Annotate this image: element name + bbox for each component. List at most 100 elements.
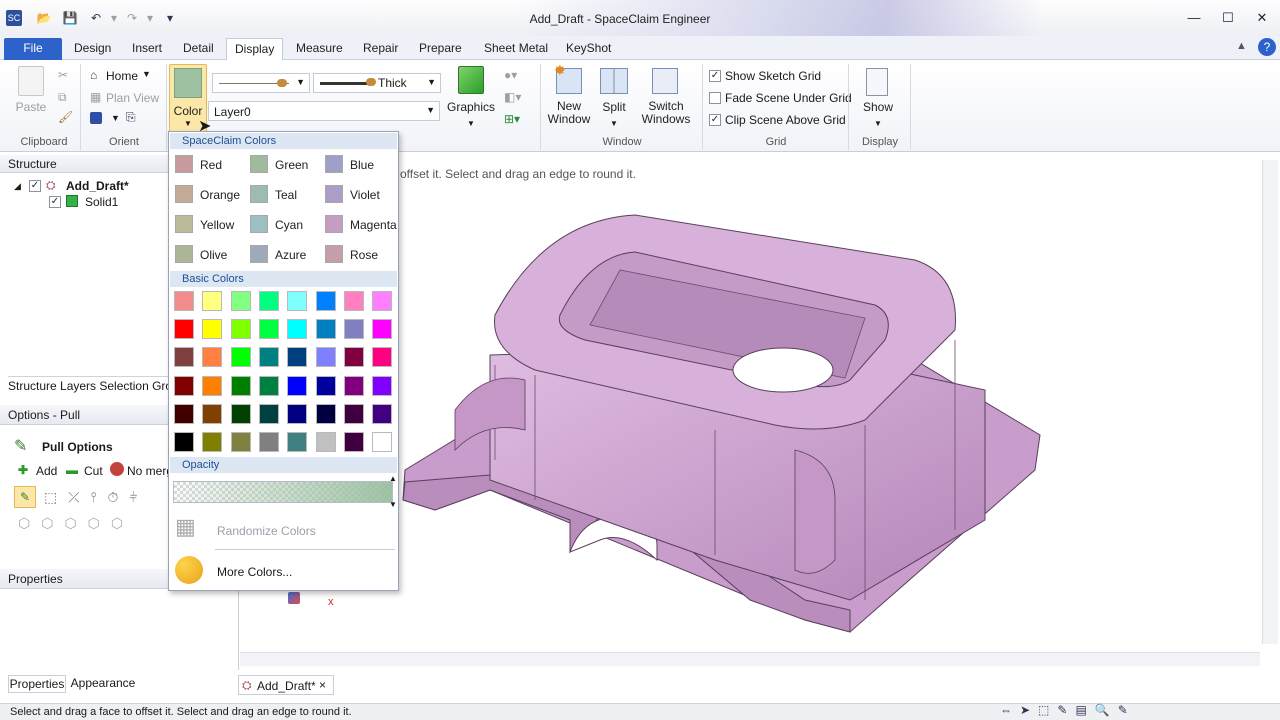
snap-view-icon[interactable]: ⎘ <box>126 110 136 125</box>
opacity-slider[interactable] <box>173 481 393 503</box>
close-tab-icon[interactable]: × <box>319 678 326 692</box>
spaceclaim-color-red[interactable]: Red <box>169 153 244 177</box>
spaceclaim-color-violet[interactable]: Violet <box>319 183 394 207</box>
basic-color-swatch[interactable] <box>230 375 251 396</box>
tab-measure[interactable]: Measure <box>288 38 351 60</box>
basic-color-swatch[interactable] <box>230 291 251 311</box>
basic-color-swatch[interactable] <box>372 432 393 452</box>
add-option[interactable]: Add <box>36 464 57 478</box>
line-style-select[interactable]: ▼ <box>212 73 310 93</box>
basic-color-swatch[interactable] <box>174 319 194 340</box>
basic-color-swatch[interactable] <box>343 432 364 452</box>
pull-tool-icon[interactable]: ✎ <box>14 486 36 508</box>
basic-color-swatch[interactable] <box>202 403 223 424</box>
undo-dropdown-icon[interactable]: ▾ <box>106 11 122 25</box>
copy-icon[interactable]: ⧉ <box>58 90 67 105</box>
spaceclaim-color-rose[interactable]: Rose <box>319 243 394 267</box>
new-window-button[interactable]: New Window <box>546 100 592 126</box>
basic-color-swatch[interactable] <box>287 375 308 396</box>
basic-color-swatch[interactable] <box>315 319 336 340</box>
maximize-icon[interactable]: ☐ <box>1216 10 1240 30</box>
status-tools[interactable]: ⇔➤⬚✎▤🔍✎ <box>1000 703 1136 717</box>
basic-color-swatch[interactable] <box>202 319 223 340</box>
opacity-up-icon[interactable]: ▲ <box>389 474 397 483</box>
structure-bottom-tabs[interactable]: Structure Layers Selection Grou <box>8 376 172 394</box>
cut-icon[interactable]: ✂ <box>58 68 68 82</box>
basic-color-swatch[interactable] <box>372 347 393 368</box>
fade-scene-checkbox[interactable] <box>709 92 721 104</box>
show-icon[interactable] <box>866 68 888 96</box>
spaceclaim-color-magenta[interactable]: Magenta <box>319 213 397 237</box>
paste-button[interactable]: Paste <box>14 100 48 114</box>
basic-color-swatch[interactable] <box>230 432 251 452</box>
basic-color-swatch[interactable] <box>315 432 336 452</box>
basic-color-swatch[interactable] <box>174 291 194 311</box>
customize-qat-icon[interactable]: ▾ <box>162 11 178 25</box>
spaceclaim-color-teal[interactable]: Teal <box>244 183 319 207</box>
tab-file[interactable]: File <box>4 38 62 60</box>
basic-color-swatch[interactable] <box>258 347 279 368</box>
undo-icon[interactable]: ↶ <box>88 11 104 25</box>
help-icon[interactable]: ? <box>1258 38 1276 56</box>
basic-color-swatch[interactable] <box>174 432 194 452</box>
tab-sheet-metal[interactable]: Sheet Metal <box>476 38 556 60</box>
no-merge-option[interactable]: No merg <box>127 464 169 478</box>
plan-view-icon[interactable]: ▦ <box>90 90 101 104</box>
basic-color-swatch[interactable] <box>287 347 308 368</box>
basic-color-swatch[interactable] <box>174 375 194 396</box>
spaceclaim-color-cyan[interactable]: Cyan <box>244 213 319 237</box>
line-weight-select[interactable]: Thick ▼ <box>313 73 441 93</box>
sphere-style-icon[interactable]: ●▾ <box>504 68 517 82</box>
basic-color-swatch[interactable] <box>372 291 393 311</box>
basic-color-swatch[interactable] <box>230 347 251 368</box>
cut-option[interactable]: Cut <box>84 464 103 478</box>
basic-color-swatch[interactable] <box>258 291 279 311</box>
basic-color-swatch[interactable] <box>174 403 194 424</box>
cad-model[interactable] <box>395 200 1055 640</box>
tab-insert[interactable]: Insert <box>124 38 170 60</box>
switch-windows-icon[interactable] <box>652 68 678 94</box>
basic-color-swatch[interactable] <box>258 375 279 396</box>
basic-color-swatch[interactable] <box>343 375 364 396</box>
basic-color-swatch[interactable] <box>202 375 223 396</box>
basic-color-swatch[interactable] <box>315 403 336 424</box>
horizontal-scrollbar[interactable] <box>240 652 1260 666</box>
spaceclaim-color-olive[interactable]: Olive <box>169 243 244 267</box>
basic-color-swatch[interactable] <box>287 432 308 452</box>
home-button[interactable]: Home <box>106 69 138 83</box>
basic-color-swatch[interactable] <box>230 319 251 340</box>
basic-color-swatch[interactable] <box>202 347 223 368</box>
spaceclaim-color-green[interactable]: Green <box>244 153 319 177</box>
randomize-colors-item[interactable]: Randomize Colors <box>217 524 316 538</box>
open-icon[interactable]: 📂 <box>36 11 52 25</box>
clip-scene-checkbox[interactable]: ✓ <box>709 114 721 126</box>
basic-color-swatch[interactable] <box>174 347 194 368</box>
basic-color-swatch[interactable] <box>372 403 393 424</box>
box-style-icon[interactable]: ◧▾ <box>504 90 521 104</box>
basic-color-swatch[interactable] <box>343 403 364 424</box>
basic-color-swatch[interactable] <box>372 375 393 396</box>
plan-view-button[interactable]: Plan View <box>106 91 159 105</box>
basic-color-swatch[interactable] <box>287 319 308 340</box>
view-cube-icon[interactable] <box>90 112 102 124</box>
option-tools-row1[interactable]: ⬚⤫⫯⏱⫩ <box>44 489 168 506</box>
layer-select[interactable]: Layer0 ▼ <box>208 101 440 121</box>
more-colors-item[interactable]: More Colors... <box>217 565 292 579</box>
collapse-ribbon-icon[interactable]: ▲ <box>1236 40 1247 52</box>
tab-repair[interactable]: Repair <box>355 38 406 60</box>
tab-display[interactable]: Display <box>226 38 284 60</box>
close-icon[interactable]: ✕ <box>1250 10 1274 30</box>
spaceclaim-color-orange[interactable]: Orange <box>169 183 244 207</box>
tab-design[interactable]: Design <box>66 38 119 60</box>
basic-color-swatch[interactable] <box>343 291 364 311</box>
show-dropdown-icon[interactable]: ▼ <box>874 119 882 128</box>
graphics-button[interactable]: Graphics <box>446 100 496 114</box>
basic-color-swatch[interactable] <box>202 432 223 452</box>
graphics-dropdown-icon[interactable]: ▼ <box>467 119 475 128</box>
basic-color-swatch[interactable] <box>258 319 279 340</box>
format-painter-icon[interactable]: 🖌 <box>58 110 73 124</box>
color-dropdown-icon[interactable]: ▼ <box>184 119 192 128</box>
minimize-icon[interactable]: — <box>1182 10 1206 30</box>
basic-color-swatch[interactable] <box>315 347 336 368</box>
vertical-scrollbar[interactable] <box>1262 160 1278 644</box>
